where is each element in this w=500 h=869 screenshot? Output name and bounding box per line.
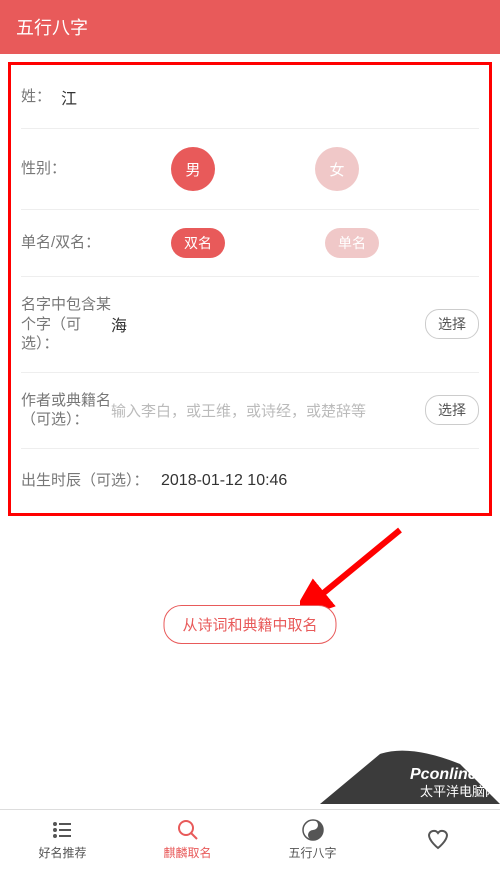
tab-wuxing[interactable]: 五行八字 (250, 810, 375, 869)
surname-row: 姓： 江 (21, 65, 479, 129)
header: 五行八字 (0, 0, 500, 54)
nametype-options: 双名 单名 (111, 228, 479, 258)
nametype-double-button[interactable]: 双名 (171, 228, 225, 258)
nametype-label: 单名/双名： (21, 233, 111, 253)
author-placeholder[interactable]: 输入李白，或王维，或诗经，或楚辞等 (111, 400, 425, 421)
gender-male-button[interactable]: 男 (171, 147, 215, 191)
watermark: Pconline .com.cn 太平洋电脑网 (320, 744, 500, 809)
surname-label: 姓： (21, 87, 61, 107)
tab-favorite[interactable] (375, 810, 500, 869)
watermark-text1: Pconline (410, 766, 477, 783)
containchar-select-button[interactable]: 选择 (425, 309, 479, 339)
nametype-single-button[interactable]: 单名 (325, 228, 379, 258)
surname-value[interactable]: 江 (61, 85, 479, 109)
tab-bar: 好名推荐 麒麟取名 五行八字 (0, 809, 500, 869)
list-icon (51, 818, 75, 842)
birth-label: 出生时辰（可选）： (21, 471, 161, 491)
tab-label: 麒麟取名 (163, 844, 211, 861)
form-container: 姓： 江 性别： 男 女 单名/双名： 双名 单名 名字中包含某个字（可选）： … (8, 62, 492, 516)
nametype-row: 单名/双名： 双名 单名 (21, 210, 479, 277)
tab-label: 五行八字 (288, 844, 336, 861)
containchar-label: 名字中包含某个字（可选）： (21, 295, 111, 354)
tab-qilin[interactable]: 麒麟取名 (125, 810, 250, 869)
gender-options: 男 女 (111, 147, 479, 191)
search-icon (176, 818, 200, 842)
author-select-button[interactable]: 选择 (425, 395, 479, 425)
watermark-text1b: .com.cn (475, 772, 500, 781)
birth-row: 出生时辰（可选）： 2018-01-12 10:46 (21, 449, 479, 513)
author-row: 作者或典籍名（可选）： 输入李白，或王维，或诗经，或楚辞等 选择 (21, 373, 479, 449)
yinyang-icon (301, 818, 325, 842)
generate-name-button[interactable]: 从诗词和典籍中取名 (163, 605, 336, 644)
containchar-value[interactable]: 海 (111, 312, 425, 336)
watermark-text2: 太平洋电脑网 (420, 784, 498, 799)
gender-female-button[interactable]: 女 (315, 147, 359, 191)
tab-recommend[interactable]: 好名推荐 (0, 810, 125, 869)
birth-value[interactable]: 2018-01-12 10:46 (161, 472, 479, 490)
page-title: 五行八字 (16, 18, 88, 38)
gender-row: 性别： 男 女 (21, 129, 479, 210)
gender-label: 性别： (21, 159, 111, 179)
author-label: 作者或典籍名（可选）： (21, 391, 111, 430)
heart-icon (426, 827, 450, 851)
tab-label: 好名推荐 (38, 844, 86, 861)
containchar-row: 名字中包含某个字（可选）： 海 选择 (21, 277, 479, 373)
